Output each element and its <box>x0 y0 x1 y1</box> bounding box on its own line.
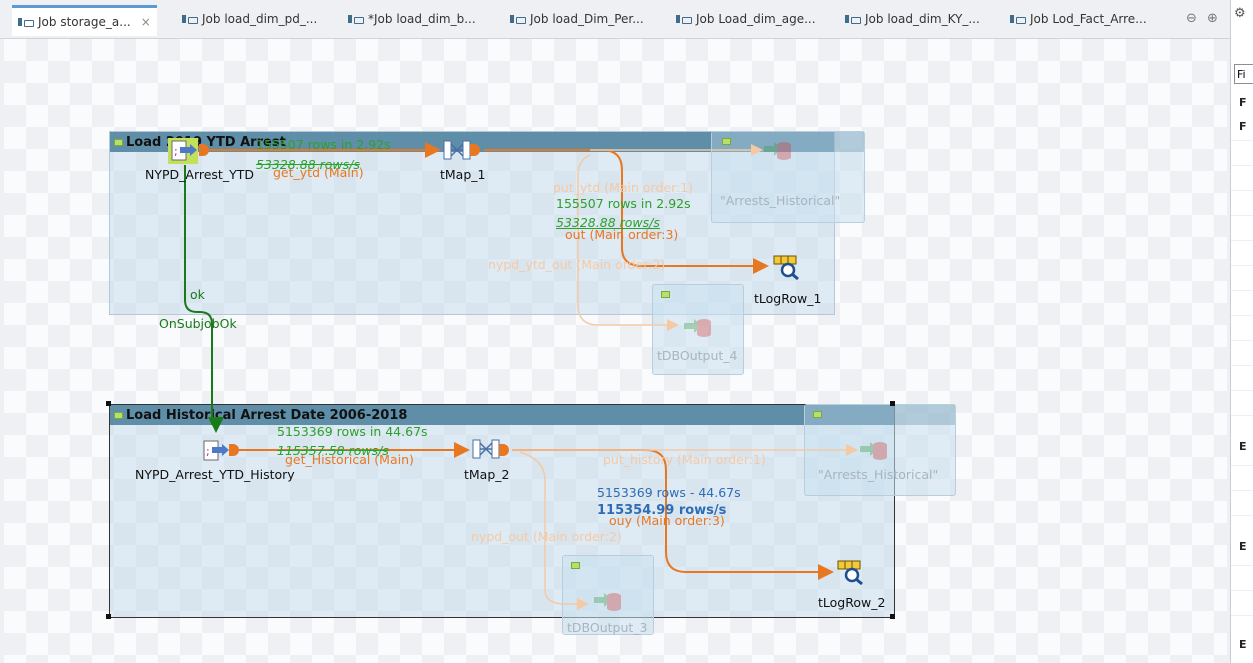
component-label[interactable]: "Arrests_Historical" <box>720 193 840 208</box>
component-label[interactable]: NYPD_Arrest_YTD_History <box>135 467 295 482</box>
component-label[interactable]: NYPD_Arrest_YTD <box>145 167 254 182</box>
link-label[interactable]: get_Historical (Main) <box>285 452 414 467</box>
link-label[interactable]: put_ytd (Main order:1) <box>553 180 693 195</box>
trigger-label[interactable]: ok <box>190 287 205 302</box>
tlogrow-icon[interactable] <box>772 254 800 280</box>
db-output-icon[interactable] <box>858 437 888 463</box>
db-output-icon[interactable] <box>592 588 622 614</box>
link-label[interactable]: nypd_out (Main order:2) <box>471 529 622 544</box>
tlogrow-icon[interactable] <box>836 559 864 585</box>
tmap-icon[interactable] <box>443 138 471 162</box>
stats-rows: 155507 rows in 2.92s <box>556 196 691 211</box>
svg-text:;: ; <box>174 145 178 158</box>
tmap-icon[interactable] <box>472 437 500 461</box>
link-label[interactable]: out (Main order:3) <box>565 227 678 242</box>
component-label[interactable]: tDBOutput_4 <box>657 348 738 363</box>
link-label[interactable]: get_ytd (Main) <box>273 165 364 180</box>
component-label[interactable]: tMap_2 <box>464 467 509 482</box>
db-output-icon[interactable] <box>762 137 792 163</box>
db-output-icon[interactable] <box>682 314 712 340</box>
component-label[interactable]: tLogRow_1 <box>754 291 821 306</box>
svg-text:;: ; <box>206 445 210 458</box>
component-label[interactable]: tLogRow_2 <box>818 595 885 610</box>
stats-rows: 5153369 rows in 44.67s <box>277 424 428 439</box>
trigger-label[interactable]: OnSubjobOk <box>159 316 237 331</box>
component-label[interactable]: tDBOutput_3 <box>567 620 648 635</box>
flow-nypd-out[interactable] <box>519 451 589 610</box>
file-input-icon[interactable]: ; <box>200 438 230 464</box>
file-input-icon[interactable]: ; <box>168 138 198 164</box>
link-label[interactable]: nypd_ytd_out (Main order:2) <box>488 257 665 272</box>
component-label[interactable]: "Arrests_Historical" <box>818 467 938 482</box>
link-label[interactable]: put_history (Main order:1) <box>603 452 766 467</box>
component-label[interactable]: tMap_1 <box>440 167 485 182</box>
stats-rows: 5153369 rows - 44.67s <box>597 485 741 500</box>
stats-rows: 155507 rows in 2.92s <box>256 137 391 152</box>
link-label[interactable]: ouy (Main order:3) <box>609 513 725 528</box>
connections-layer <box>184 142 858 610</box>
